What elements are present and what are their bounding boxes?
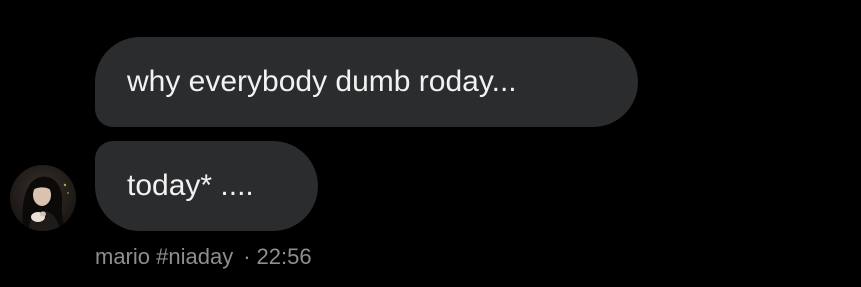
message-text: today* .... (127, 169, 254, 202)
message-bubble[interactable]: today* .... (95, 141, 318, 231)
message-text: why everybody dumb roday... (127, 65, 517, 98)
meta-separator: · (243, 244, 251, 269)
sender-name[interactable]: mario #niaday (95, 244, 233, 270)
profile-photo-icon (10, 165, 76, 231)
chat-thread: why everybody dumb roday... today* .... … (0, 0, 861, 287)
message-meta: mario #niaday · 22:56 (95, 243, 312, 271)
message-bubble[interactable]: why everybody dumb roday... (95, 37, 638, 127)
message-timestamp: 22:56 (256, 244, 312, 269)
avatar[interactable] (10, 165, 76, 231)
